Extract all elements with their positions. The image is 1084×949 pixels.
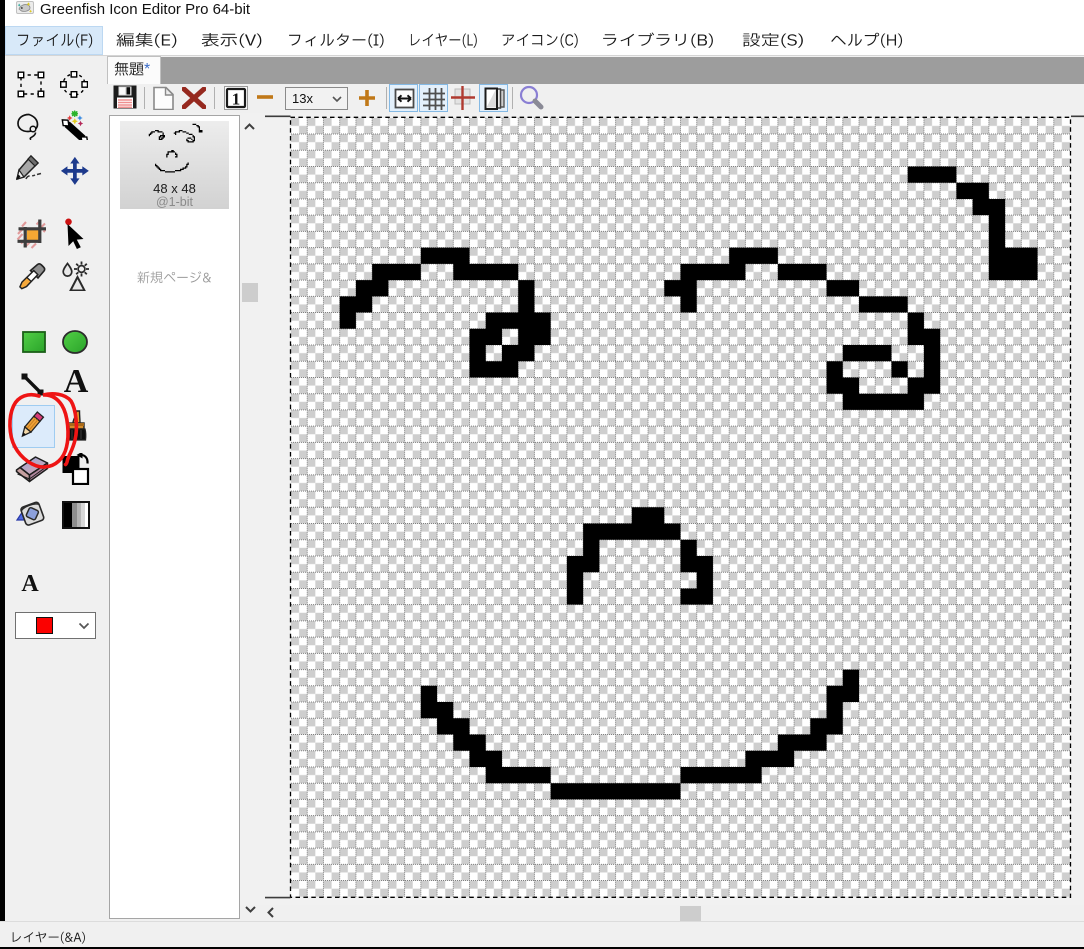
svg-text:1: 1: [232, 90, 241, 109]
